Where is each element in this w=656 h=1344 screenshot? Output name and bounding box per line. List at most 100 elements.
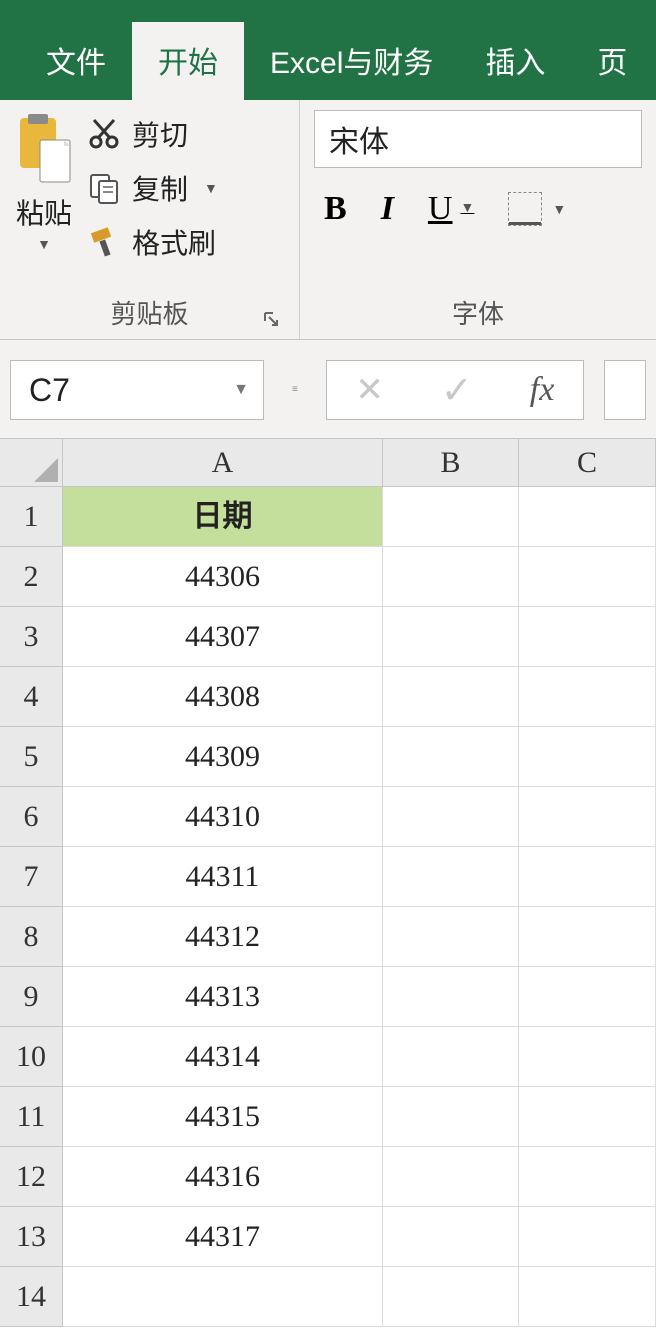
cell-a9[interactable]: 44313 — [63, 967, 383, 1027]
row-header[interactable]: 5 — [0, 727, 63, 787]
cell-c4[interactable] — [519, 667, 656, 727]
row-header[interactable]: 9 — [0, 967, 63, 1027]
cell-c3[interactable] — [519, 607, 656, 667]
cell-b12[interactable] — [383, 1147, 519, 1207]
row-header[interactable]: 2 — [0, 547, 63, 607]
cell-c6[interactable] — [519, 787, 656, 847]
name-box-value: C7 — [29, 372, 70, 409]
row-header[interactable]: 3 — [0, 607, 63, 667]
cell-b5[interactable] — [383, 727, 519, 787]
cell-b3[interactable] — [383, 607, 519, 667]
row-header[interactable]: 10 — [0, 1027, 63, 1087]
tab-insert[interactable]: 插入 — [459, 22, 571, 100]
cell-a6[interactable]: 44310 — [63, 787, 383, 847]
cell-a10[interactable]: 44314 — [63, 1027, 383, 1087]
row-header[interactable]: 1 — [0, 487, 63, 547]
cell-a11[interactable]: 44315 — [63, 1087, 383, 1147]
cut-button[interactable]: 剪切 — [88, 114, 218, 154]
spreadsheet-grid[interactable]: A B C 1 日期 2 44306 3 44307 4 44308 5 443… — [0, 439, 656, 1327]
copy-button[interactable]: 复制 ▼ — [88, 168, 218, 208]
format-painter-button[interactable]: 格式刷 — [88, 222, 218, 262]
font-group-label: 字体 — [314, 288, 642, 335]
cell-a13[interactable]: 44317 — [63, 1207, 383, 1267]
column-header-a[interactable]: A — [63, 439, 383, 487]
name-box-dropdown-caret[interactable]: ▼ — [233, 381, 249, 399]
brush-icon — [88, 226, 120, 258]
cell-a7[interactable]: 44311 — [63, 847, 383, 907]
row-header[interactable]: 14 — [0, 1267, 63, 1327]
row-header[interactable]: 6 — [0, 787, 63, 847]
cell-a12[interactable]: 44316 — [63, 1147, 383, 1207]
scissors-icon — [88, 118, 120, 150]
row-header[interactable]: 13 — [0, 1207, 63, 1267]
cell-a1[interactable]: 日期 — [63, 487, 383, 547]
row-header[interactable]: 4 — [0, 667, 63, 727]
clipboard-group-label: 剪贴板 — [14, 288, 285, 335]
cell-c10[interactable] — [519, 1027, 656, 1087]
paste-dropdown-caret[interactable]: ▼ — [37, 236, 51, 252]
column-header-c[interactable]: C — [519, 439, 656, 487]
cell-b2[interactable] — [383, 547, 519, 607]
underline-label: U — [428, 190, 453, 228]
paste-icon — [14, 114, 74, 186]
cell-b13[interactable] — [383, 1207, 519, 1267]
cell-c8[interactable] — [519, 907, 656, 967]
tab-page-layout[interactable]: 页 — [571, 22, 653, 100]
cell-c1[interactable] — [519, 487, 656, 547]
tab-home[interactable]: 开始 — [132, 22, 244, 100]
row-header[interactable]: 7 — [0, 847, 63, 907]
paste-button[interactable]: 粘贴 ▼ — [14, 110, 74, 252]
ribbon-tabs: 文件 开始 Excel与财务 插入 页 — [0, 30, 656, 100]
select-all-corner[interactable] — [0, 439, 63, 487]
font-name-combo[interactable] — [314, 110, 642, 168]
borders-button[interactable] — [508, 192, 542, 226]
cell-a14[interactable] — [63, 1267, 383, 1327]
cell-b11[interactable] — [383, 1087, 519, 1147]
cell-b1[interactable] — [383, 487, 519, 547]
cell-b4[interactable] — [383, 667, 519, 727]
italic-button[interactable]: I — [381, 190, 394, 228]
row-header[interactable]: 12 — [0, 1147, 63, 1207]
copy-dropdown-caret[interactable]: ▼ — [204, 180, 218, 196]
clipboard-dialog-launcher-icon[interactable] — [263, 311, 279, 327]
enter-icon[interactable]: ✓ — [441, 368, 473, 413]
tab-excel-finance[interactable]: Excel与财务 — [244, 22, 459, 100]
tab-file[interactable]: 文件 — [20, 22, 132, 100]
cell-c12[interactable] — [519, 1147, 656, 1207]
cell-c9[interactable] — [519, 967, 656, 1027]
cell-c2[interactable] — [519, 547, 656, 607]
cell-a8[interactable]: 44312 — [63, 907, 383, 967]
fx-icon[interactable]: fx — [530, 371, 555, 409]
cell-b6[interactable] — [383, 787, 519, 847]
formula-bar-input[interactable] — [604, 360, 646, 420]
cell-c14[interactable] — [519, 1267, 656, 1327]
column-header-b[interactable]: B — [383, 439, 519, 487]
underline-button[interactable]: U ▼ — [428, 190, 474, 228]
cell-c13[interactable] — [519, 1207, 656, 1267]
cancel-icon[interactable]: ✕ — [355, 370, 384, 410]
expand-button[interactable]: ≡ — [284, 385, 306, 395]
ribbon: 粘贴 ▼ 剪切 — [0, 100, 656, 340]
cell-c5[interactable] — [519, 727, 656, 787]
name-box[interactable]: C7 ▼ — [10, 360, 264, 420]
cell-b7[interactable] — [383, 847, 519, 907]
borders-dropdown-caret[interactable]: ▼ — [552, 201, 566, 217]
ribbon-group-clipboard: 粘贴 ▼ 剪切 — [0, 100, 300, 339]
cell-b8[interactable] — [383, 907, 519, 967]
underline-dropdown-caret[interactable]: ▼ — [460, 201, 474, 217]
cell-a5[interactable]: 44309 — [63, 727, 383, 787]
format-painter-label: 格式刷 — [132, 222, 216, 262]
cell-b14[interactable] — [383, 1267, 519, 1327]
cell-c7[interactable] — [519, 847, 656, 907]
cell-c11[interactable] — [519, 1087, 656, 1147]
cell-a2[interactable]: 44306 — [63, 547, 383, 607]
bold-button[interactable]: B — [324, 190, 347, 228]
row-header[interactable]: 8 — [0, 907, 63, 967]
copy-label: 复制 — [132, 168, 188, 208]
cell-a3[interactable]: 44307 — [63, 607, 383, 667]
copy-icon — [88, 172, 120, 204]
row-header[interactable]: 11 — [0, 1087, 63, 1147]
cell-a4[interactable]: 44308 — [63, 667, 383, 727]
cell-b10[interactable] — [383, 1027, 519, 1087]
cell-b9[interactable] — [383, 967, 519, 1027]
